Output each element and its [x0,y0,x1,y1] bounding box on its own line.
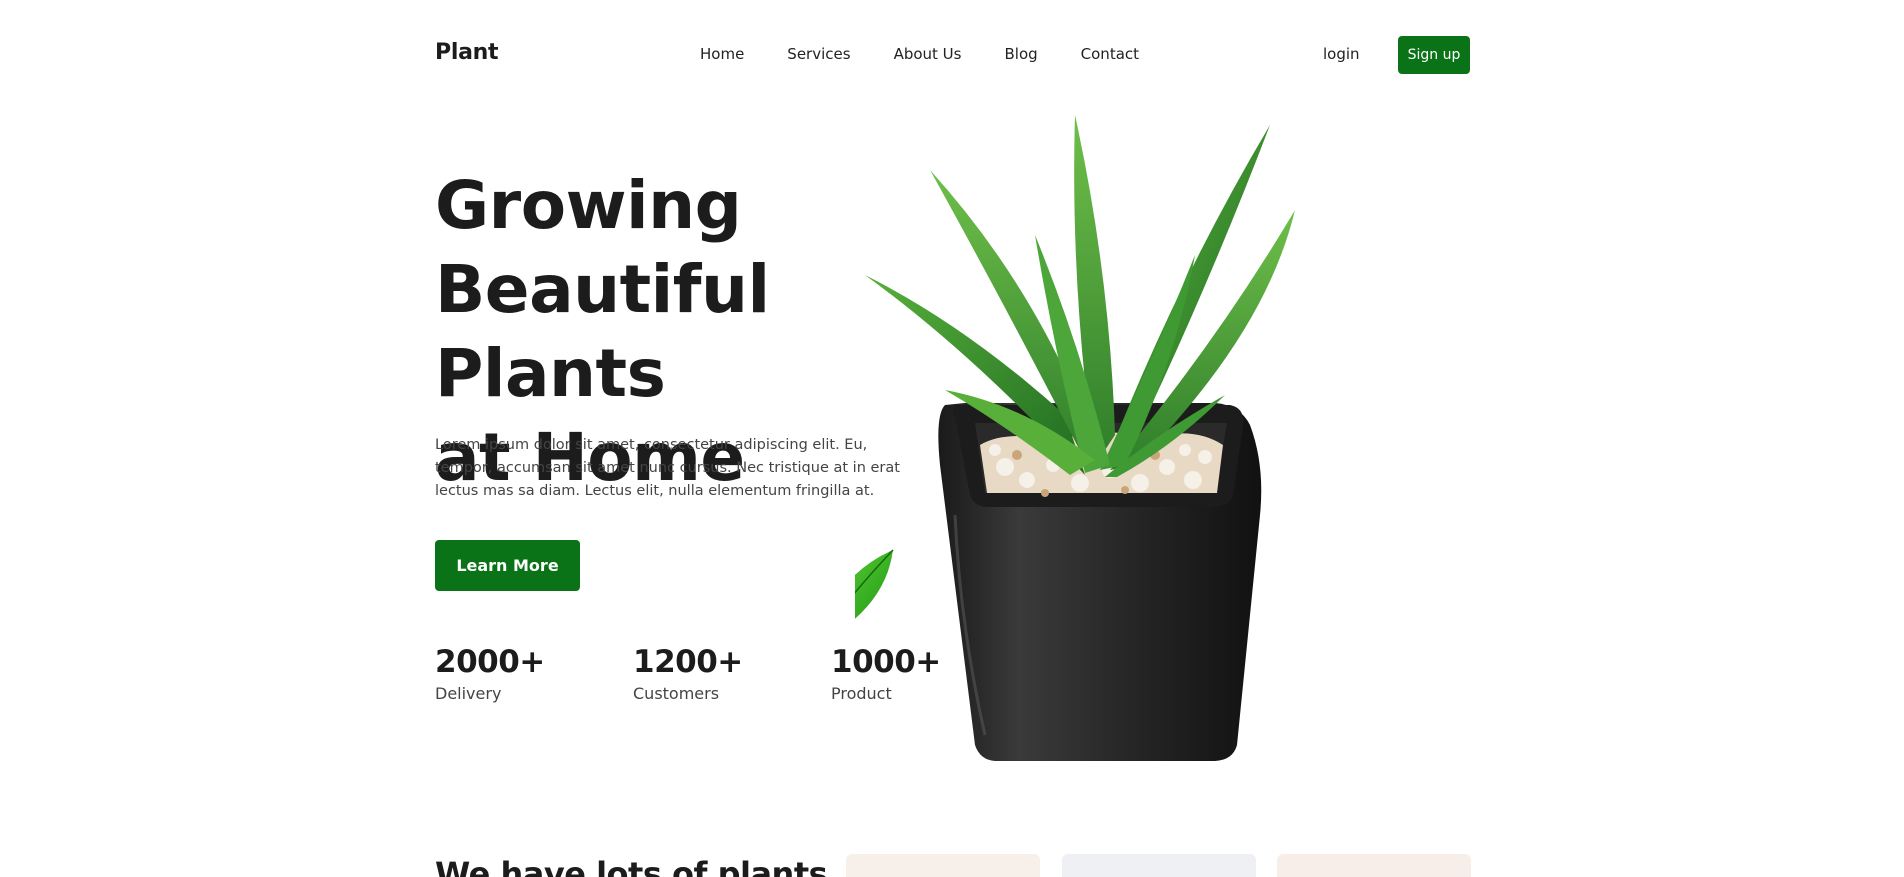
nav-blog[interactable]: Blog [1004,45,1037,63]
nav-contact[interactable]: Contact [1081,45,1139,63]
plant-card[interactable] [846,854,1040,877]
signup-button[interactable]: Sign up [1398,36,1470,74]
stat-label: Delivery [435,684,502,703]
learn-more-button[interactable]: Learn More [435,540,580,591]
site-header: Plant Home Services About Us Blog Contac… [435,0,1470,108]
plant-card[interactable] [1062,854,1256,877]
main-nav: Home Services About Us Blog Contact [700,45,1182,63]
section-title: We have lots of plants [435,855,828,877]
stat-value: 2000+ [435,644,545,680]
logo[interactable]: Plant [435,40,499,65]
stat-customers: 1200+ Customers [633,644,743,703]
nav-about-us[interactable]: About Us [894,45,962,63]
stat-label: Customers [633,684,720,703]
plant-card[interactable] [1277,854,1471,877]
page-container: Plant Home Services About Us Blog Contac… [435,0,1471,877]
stat-value: 1200+ [633,644,743,680]
potted-aloe-plant-image [855,115,1295,761]
nav-home[interactable]: Home [700,45,744,63]
login-link[interactable]: login [1323,45,1360,63]
hero-description: Lorem ipsum dolor sit amet, consectetur … [435,437,900,499]
nav-services[interactable]: Services [787,45,850,63]
stat-delivery: 2000+ Delivery [435,644,545,703]
